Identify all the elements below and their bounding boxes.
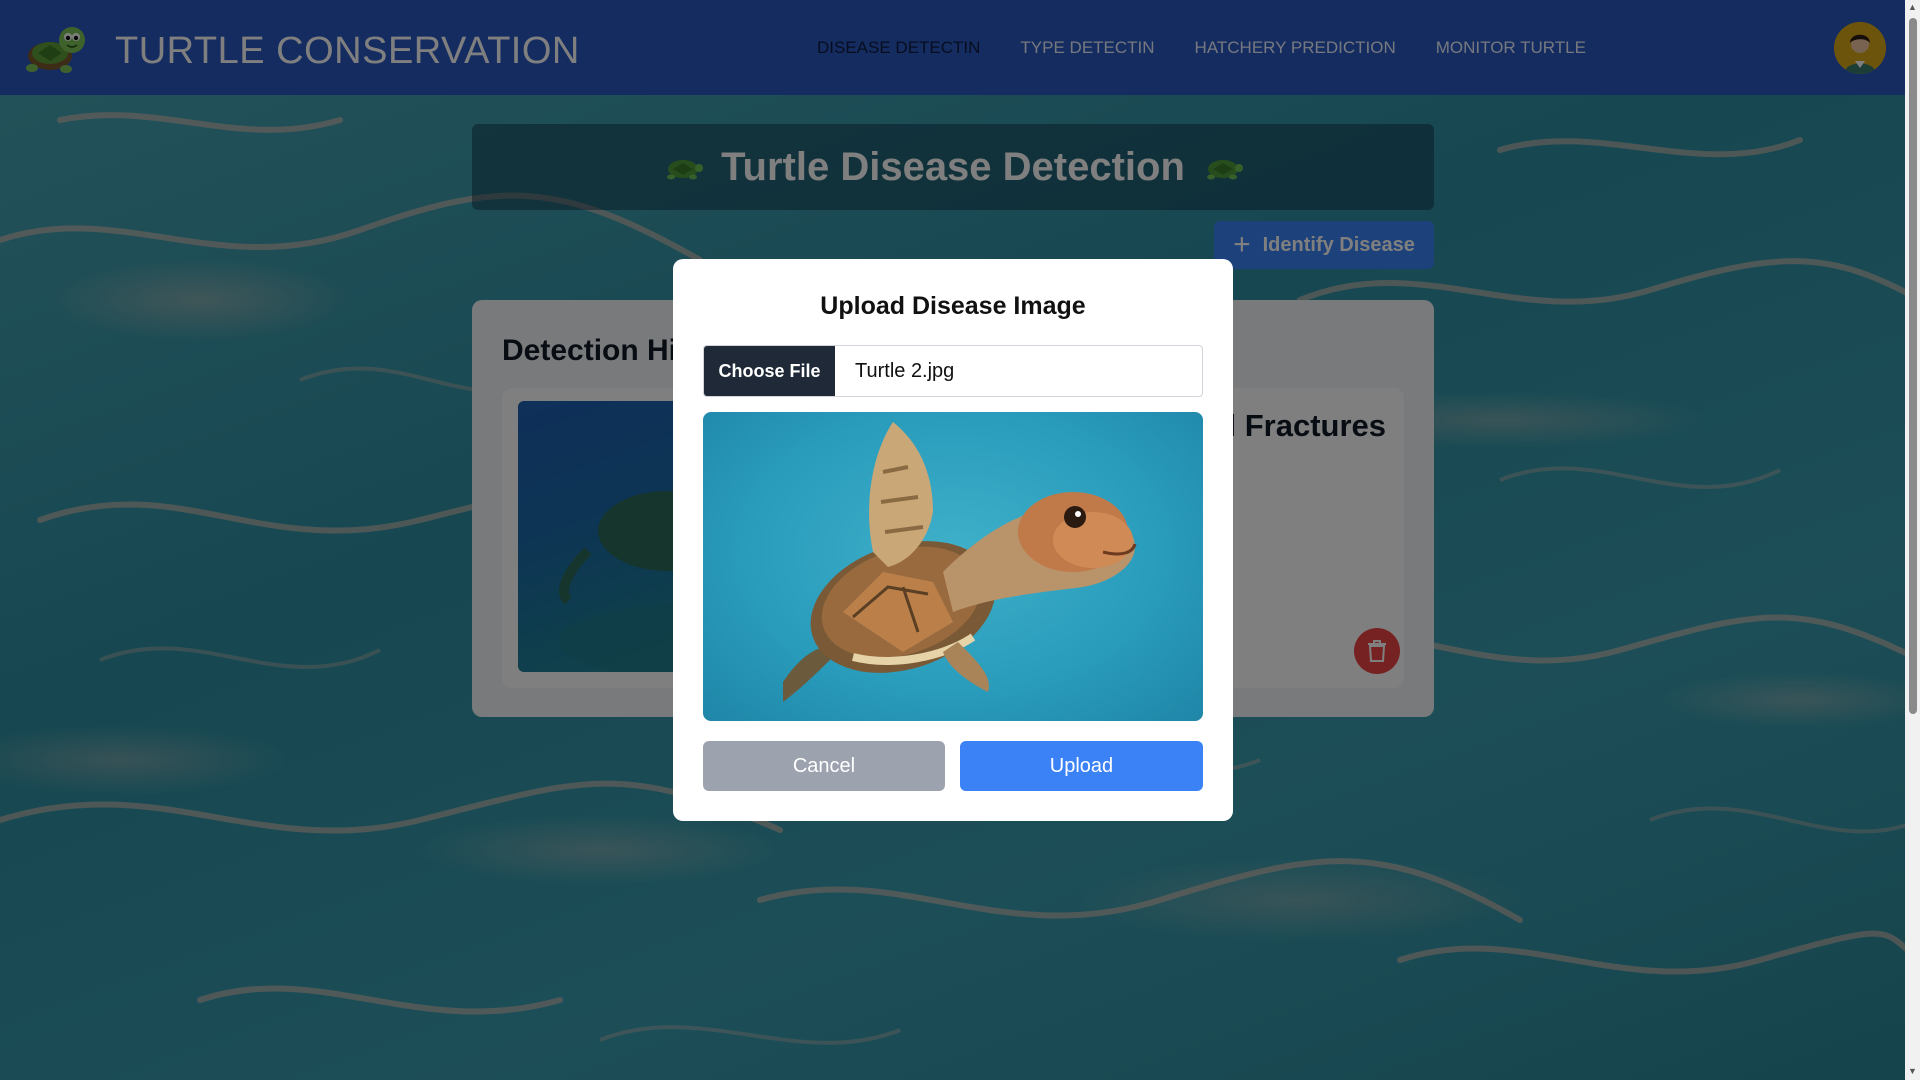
choose-file-button[interactable]: Choose File: [704, 346, 835, 396]
image-preview: [703, 412, 1203, 721]
scroll-thumb[interactable]: [1909, 18, 1917, 714]
scroll-up-icon[interactable]: ▲: [1908, 2, 1917, 12]
scroll-down-icon[interactable]: ▼: [1908, 1066, 1917, 1076]
vertical-scrollbar[interactable]: ▲ ▼: [1905, 0, 1920, 1080]
selected-file-name: Turtle 2.jpg: [855, 359, 955, 382]
upload-button[interactable]: Upload: [960, 741, 1203, 791]
file-input[interactable]: Choose File Turtle 2.jpg: [703, 345, 1203, 397]
upload-modal: Upload Disease Image Choose File Turtle …: [673, 259, 1233, 821]
cancel-button[interactable]: Cancel: [703, 741, 945, 791]
modal-title: Upload Disease Image: [820, 292, 1086, 320]
